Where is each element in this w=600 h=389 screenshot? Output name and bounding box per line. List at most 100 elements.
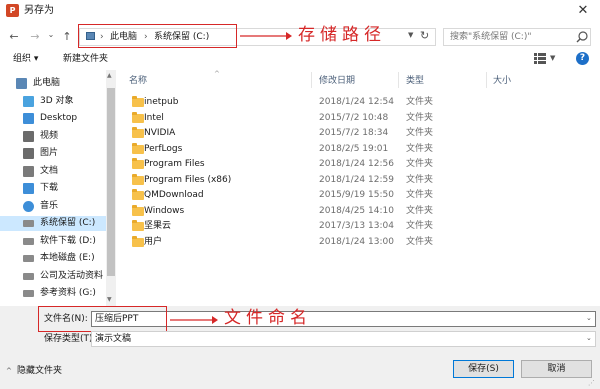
sort-indicator-icon: ^: [214, 70, 220, 78]
folder-icon: [132, 158, 144, 169]
column-divider[interactable]: [398, 72, 399, 88]
column-header-type[interactable]: 类型: [406, 75, 424, 87]
scroll-down-icon[interactable]: ▼: [107, 296, 112, 303]
nav-item[interactable]: 公司及活动资料: [0, 269, 106, 284]
nav-item[interactable]: 3D 对象: [0, 94, 106, 109]
nav-item[interactable]: 音乐: [0, 199, 106, 214]
nav-scrollbar-thumb[interactable]: [107, 88, 115, 276]
nav-item[interactable]: Desktop: [0, 111, 106, 126]
up-button[interactable]: ↑: [60, 29, 74, 45]
recent-locations-button[interactable]: ⌄: [44, 27, 58, 43]
view-dropdown-icon[interactable]: ▼: [550, 54, 555, 62]
nav-item-label: 参考资料 (G:): [40, 288, 96, 298]
folder-icon: [132, 235, 144, 247]
file-type: 文件夹: [406, 128, 434, 138]
file-name: Intel: [144, 112, 164, 123]
file-row[interactable]: inetpub 2018/1/24 12:54 文件夹: [128, 95, 590, 110]
column-divider[interactable]: [311, 72, 312, 88]
file-type: 文件夹: [406, 159, 434, 169]
back-button[interactable]: ←: [7, 29, 21, 45]
nav-item-label: 下载: [40, 183, 59, 193]
nav-item[interactable]: 此电脑: [0, 76, 106, 91]
filetype-select[interactable]: [91, 331, 596, 347]
refresh-icon[interactable]: ↻: [420, 29, 429, 42]
annotation-arrow: [170, 316, 218, 324]
filetype-dropdown-icon[interactable]: ⌄: [586, 334, 592, 342]
nav-item[interactable]: 下载: [0, 181, 106, 196]
picture-icon: [23, 148, 34, 159]
file-date: 2018/4/25 14:10: [319, 205, 394, 216]
folder-icon: [132, 96, 144, 107]
scroll-up-icon[interactable]: ▲: [107, 72, 112, 79]
folder-icon: [132, 127, 144, 138]
music-icon: [23, 200, 34, 212]
view-options-icon[interactable]: [534, 53, 546, 64]
column-header-date[interactable]: 修改日期: [319, 75, 355, 87]
document-icon: [23, 165, 34, 177]
nav-item-label: 音乐: [40, 200, 59, 211]
filetype-value[interactable]: 演示文稿: [95, 333, 131, 345]
forward-button[interactable]: →: [28, 29, 42, 45]
file-date: 2017/3/13 13:04: [319, 221, 394, 231]
hide-folders-button[interactable]: 隐藏文件夹: [17, 364, 62, 378]
nav-item-label: 视频: [40, 130, 59, 141]
nav-item-label: 公司及活动资料: [40, 270, 104, 281]
file-type: 文件夹: [406, 236, 434, 247]
cancel-button[interactable]: 取消: [521, 360, 592, 378]
file-row[interactable]: Windows 2018/4/25 14:10 文件夹: [128, 204, 590, 219]
file-date: 2015/7/2 10:48: [319, 112, 389, 123]
file-row[interactable]: 用户 2018/1/24 13:00 文件夹: [128, 235, 590, 250]
new-folder-button[interactable]: 新建文件夹: [63, 52, 108, 66]
title-bar: [0, 0, 600, 22]
window-title: 另存为: [24, 5, 54, 16]
nav-item[interactable]: 软件下载 (D:): [0, 234, 106, 249]
file-type: 文件夹: [406, 221, 434, 231]
column-header-size[interactable]: 大小: [493, 75, 511, 87]
file-date: 2015/7/2 18:34: [319, 128, 389, 138]
file-name: Program Files (x86): [144, 174, 232, 185]
cube-icon: [23, 95, 34, 107]
close-button[interactable]: ✕: [566, 0, 600, 22]
download-icon: [23, 183, 34, 194]
nav-item[interactable]: 参考资料 (G:): [0, 286, 106, 301]
filename-dropdown-icon[interactable]: ⌄: [586, 314, 592, 322]
file-date: 2018/2/5 19:01: [319, 143, 389, 154]
file-type: 文件夹: [406, 174, 434, 185]
path-annotation-label: 存储路径: [298, 25, 386, 45]
search-icon[interactable]: [575, 30, 589, 44]
drive-icon: [23, 237, 34, 245]
file-row[interactable]: NVIDIA 2015/7/2 18:34 文件夹: [128, 126, 590, 141]
file-type: 文件夹: [406, 143, 434, 154]
column-header-name[interactable]: 名称: [129, 75, 147, 87]
nav-item-label: Desktop: [40, 113, 78, 123]
chevron-up-icon[interactable]: ^: [6, 367, 12, 375]
file-name: inetpub: [144, 97, 179, 107]
nav-item[interactable]: 视频: [0, 129, 106, 144]
help-icon[interactable]: ?: [576, 52, 589, 65]
folder-icon: [132, 189, 144, 200]
file-row[interactable]: Program Files (x86) 2018/1/24 12:59 文件夹: [128, 173, 590, 188]
file-date: 2018/1/24 12:54: [319, 97, 394, 107]
nav-item[interactable]: 本地磁盘 (E:): [0, 251, 106, 266]
folder-icon: [132, 142, 144, 154]
folder-icon: [132, 204, 144, 216]
nav-item[interactable]: 图片: [0, 146, 106, 161]
file-name: PerfLogs: [144, 143, 183, 154]
filename-annotation-label: 文件命名: [224, 308, 312, 328]
folder-icon: [132, 173, 144, 185]
column-divider[interactable]: [486, 72, 487, 88]
file-name: 用户: [144, 236, 163, 247]
file-row[interactable]: Intel 2015/7/2 10:48 文件夹: [128, 111, 590, 126]
nav-item[interactable]: 系统保留 (C:): [0, 216, 106, 231]
file-row[interactable]: Program Files 2018/1/24 12:56 文件夹: [128, 157, 590, 172]
video-icon: [23, 130, 34, 142]
file-row[interactable]: QMDownload 2015/9/19 15:50 文件夹: [128, 188, 590, 203]
save-button[interactable]: 保存(S): [453, 360, 514, 378]
file-name: Windows: [144, 205, 185, 216]
organize-button[interactable]: 组织 ▾: [13, 52, 38, 66]
address-dropdown-icon[interactable]: ▼: [408, 31, 413, 39]
resize-grip-icon[interactable]: ⋰: [588, 379, 595, 387]
nav-item[interactable]: 文档: [0, 164, 106, 179]
file-row[interactable]: PerfLogs 2018/2/5 19:01 文件夹: [128, 142, 590, 157]
file-row[interactable]: 坚果云 2017/3/13 13:04 文件夹: [128, 219, 590, 234]
